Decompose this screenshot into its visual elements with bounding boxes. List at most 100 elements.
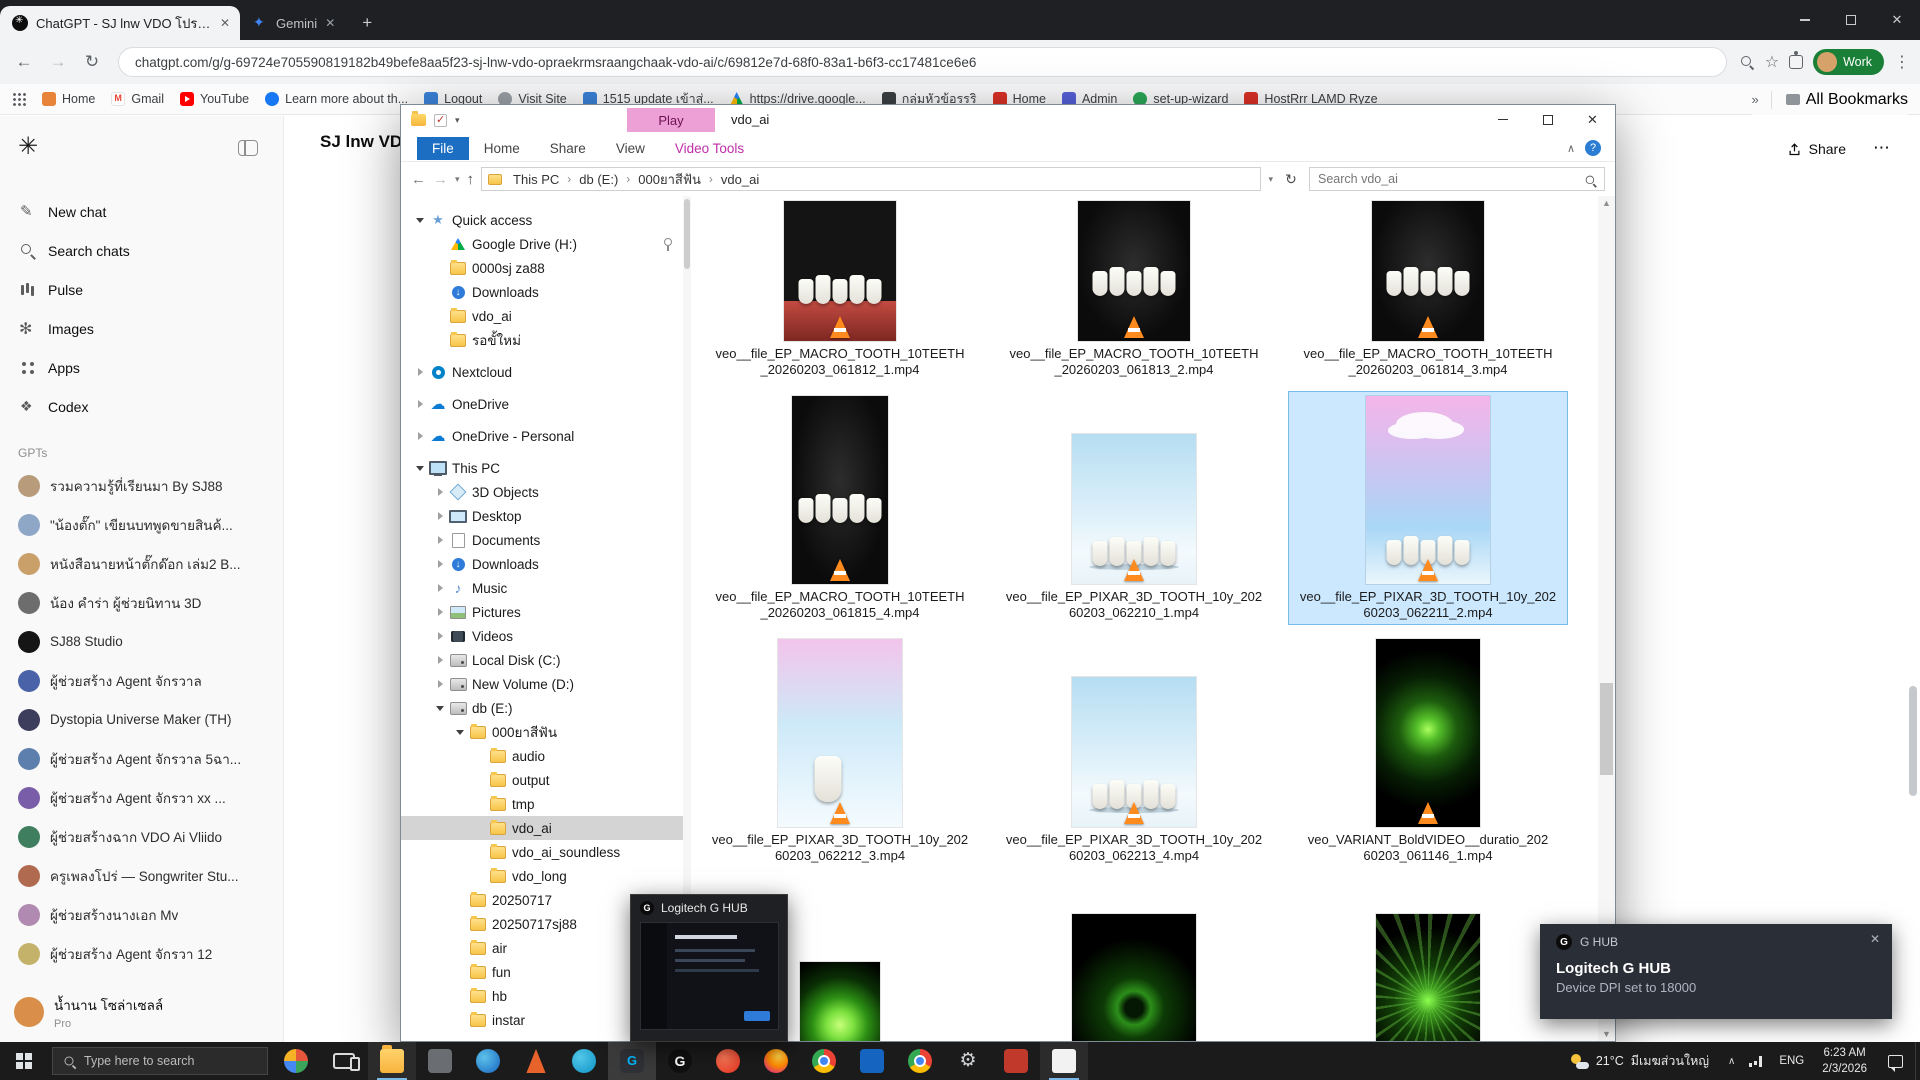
tree-item[interactable]: OneDrive [401, 392, 683, 416]
expand-chevron-icon[interactable] [433, 532, 449, 548]
chatgpt-logo-icon[interactable]: ✳ [18, 132, 48, 162]
expand-chevron-icon[interactable] [433, 236, 449, 252]
ribbon-tab-file[interactable]: File [417, 137, 469, 160]
tree-item[interactable]: OneDrive - Personal [401, 424, 683, 448]
gpt-list-item[interactable]: ผู้ช่วยสร้าง Agent จักรวาล 5ฉา... [0, 739, 283, 778]
explorer-maximize-button[interactable] [1525, 105, 1570, 134]
sidebar-nav-item[interactable]: Pulse [0, 270, 283, 309]
tree-item[interactable]: Pictures [401, 600, 683, 624]
qat-customize-chevron-icon[interactable]: ▾ [455, 115, 460, 126]
share-button[interactable]: Share [1777, 136, 1856, 162]
taskbar-app-button[interactable] [272, 1042, 320, 1080]
explorer-forward-button[interactable]: → [433, 171, 448, 188]
file-tile[interactable]: veo__file_EP_PIXAR_3D_TOOTH_10y_202 6020… [994, 672, 1274, 869]
gpt-list-item[interactable]: หนังสือนายหน้าตั๊กด๊อก เล่ม2 B... [0, 544, 283, 583]
file-tile[interactable]: veo__file_EP_MACRO_TOOTH_10TEETH _202602… [703, 391, 976, 626]
file-tile[interactable]: veo__file_EP_PIXAR_3D_TOOTH_10y_202 6020… [1288, 391, 1568, 626]
preview-thumbnail[interactable] [640, 922, 779, 1030]
tree-item[interactable]: 000ยาสีฟัน [401, 720, 683, 744]
file-tile[interactable]: veo__file_EP_PIXAR_3D_TOOTH_10y_202 6020… [994, 429, 1274, 626]
gpt-list-item[interactable]: SJ88 Studio [0, 622, 283, 661]
taskbar-app-button[interactable] [416, 1042, 464, 1080]
gpt-list-item[interactable]: ผู้ช่วยสร้าง Agent จักรวาล [0, 661, 283, 700]
breadcrumb-segment[interactable]: This PC [508, 172, 574, 187]
tree-item[interactable]: output [401, 768, 683, 792]
url-input[interactable] [135, 55, 1710, 70]
file-tile[interactable] [788, 957, 892, 1041]
explorer-up-button[interactable]: ↑ [467, 171, 475, 188]
expand-chevron-icon[interactable] [433, 676, 449, 692]
expand-chevron-icon[interactable] [453, 724, 469, 740]
gpt-list-item[interactable]: ผู้ช่วยสร้างฉาก VDO Ai Vliido [0, 817, 283, 856]
expand-chevron-icon[interactable] [453, 916, 469, 932]
expand-chevron-icon[interactable] [473, 844, 489, 860]
page-scrollbar-thumb[interactable] [1909, 686, 1917, 796]
taskbar-app-button[interactable] [848, 1042, 896, 1080]
taskbar-app-button[interactable] [800, 1042, 848, 1080]
browser-minimize-button[interactable] [1782, 0, 1828, 40]
show-desktop-button[interactable] [1915, 1042, 1920, 1080]
expand-chevron-icon[interactable] [413, 364, 429, 380]
explorer-close-button[interactable]: ✕ [1570, 105, 1615, 134]
ribbon-collapse-icon[interactable]: ∧ [1567, 142, 1575, 155]
tree-item[interactable]: vdo_ai [401, 816, 683, 840]
taskbar-app-button[interactable] [608, 1042, 656, 1080]
bookmarks-overflow-chevron[interactable]: » [1752, 92, 1759, 107]
breadcrumb-segment[interactable]: vdo_ai [716, 172, 770, 187]
scroll-down-arrow-icon[interactable]: ▼ [1598, 1029, 1615, 1039]
forward-button[interactable]: → [44, 48, 72, 76]
weather-widget[interactable]: 21°C มีเมฆส่วนใหญ่ [1559, 1051, 1721, 1071]
expand-chevron-icon[interactable] [433, 628, 449, 644]
sidebar-nav-item[interactable]: Apps [0, 348, 283, 387]
expand-chevron-icon[interactable] [453, 892, 469, 908]
quick-access-toolbar-icon[interactable] [434, 114, 447, 127]
bookmark-item[interactable]: YouTube [180, 92, 249, 106]
expand-chevron-icon[interactable] [433, 556, 449, 572]
tree-item[interactable]: Documents [401, 528, 683, 552]
ribbon-tab-share[interactable]: Share [535, 137, 601, 160]
tab-close-icon[interactable]: ✕ [325, 16, 335, 30]
ghub-taskbar-preview[interactable]: G Logitech G HUB [630, 894, 788, 1042]
expand-chevron-icon[interactable] [433, 332, 449, 348]
explorer-search-box[interactable] [1309, 167, 1605, 191]
page-menu-icon[interactable]: ⋯ [1873, 138, 1890, 158]
tree-item[interactable]: 0000sj za88 [401, 256, 683, 280]
tree-item[interactable]: tmp [401, 792, 683, 816]
sidebar-nav-item[interactable]: New chat [0, 192, 283, 231]
taskbar-app-button[interactable] [896, 1042, 944, 1080]
breadcrumb-segment[interactable]: db (E:) [574, 172, 633, 187]
hidden-icons-chevron[interactable]: ∧ [1721, 1056, 1742, 1067]
file-tile[interactable]: veo_VARIANT_BoldVIDEO__duratio_202 60203… [1296, 634, 1560, 869]
user-profile[interactable]: น้ำนาน โซล่าเซลล์ Pro [14, 994, 163, 1030]
tab-close-icon[interactable]: ✕ [220, 16, 230, 30]
action-center-icon[interactable] [1888, 1055, 1903, 1068]
expand-chevron-icon[interactable] [453, 964, 469, 980]
tree-item[interactable]: Videos [401, 624, 683, 648]
taskbar-search-input[interactable] [84, 1054, 258, 1068]
video-tools-play-chip[interactable]: Play [627, 108, 715, 132]
tree-item[interactable]: db (E:) [401, 696, 683, 720]
tree-item[interactable]: Downloads [401, 552, 683, 576]
ribbon-tab-view[interactable]: View [601, 137, 660, 160]
expand-chevron-icon[interactable] [433, 604, 449, 620]
all-bookmarks-button[interactable]: All Bookmarks [1771, 91, 1908, 109]
breadcrumb-segment[interactable]: 000ยาสีฟัน [633, 169, 716, 190]
tree-item[interactable]: vdo_long [401, 864, 683, 888]
reload-button[interactable]: ↻ [78, 48, 106, 76]
expand-chevron-icon[interactable] [413, 396, 429, 412]
toast-close-icon[interactable]: ✕ [1870, 932, 1880, 946]
explorer-back-button[interactable]: ← [411, 171, 426, 188]
tree-item[interactable]: This PC [401, 456, 683, 480]
expand-chevron-icon[interactable] [413, 460, 429, 476]
extensions-icon[interactable] [1789, 55, 1803, 69]
expand-chevron-icon[interactable] [453, 1012, 469, 1028]
expand-chevron-icon[interactable] [413, 428, 429, 444]
ribbon-tab-video-tools[interactable]: Video Tools [660, 137, 759, 160]
gpt-list-item[interactable]: น้อง คำร่า ผู้ช่วยนิทาน 3D [0, 583, 283, 622]
file-tile[interactable]: veo__file_EP_PIXAR_3D_TOOTH_10y_202 6020… [700, 634, 980, 869]
tree-item[interactable]: 3D Objects [401, 480, 683, 504]
ghub-notification-toast[interactable]: G G HUB ✕ Logitech G HUB Device DPI set … [1540, 924, 1892, 1019]
bookmark-item[interactable]: Gmail [111, 92, 164, 106]
network-icon[interactable] [1749, 1055, 1763, 1067]
tree-item[interactable]: audio [401, 744, 683, 768]
